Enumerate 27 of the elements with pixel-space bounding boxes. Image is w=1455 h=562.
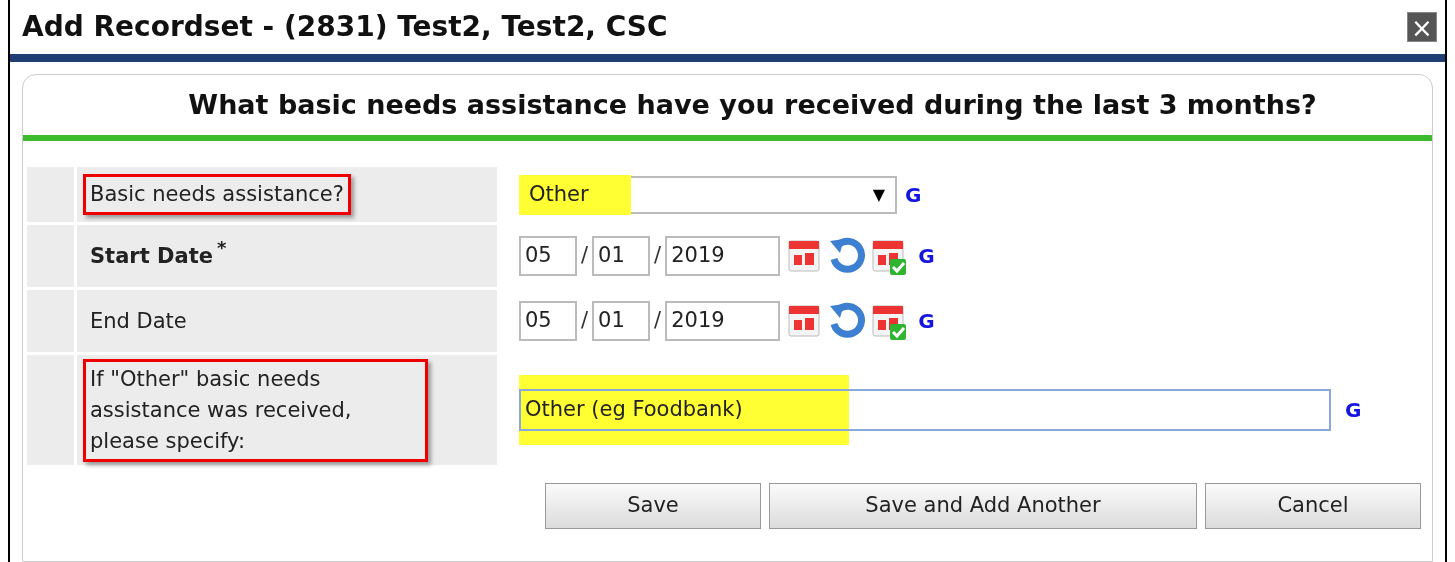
- section-heading: What basic needs assistance have you received during the last 3 months?: [187, 87, 1317, 122]
- field-label: Start Date $^{*}$: [89, 238, 228, 270]
- year-field[interactable]: 2019: [665, 301, 781, 341]
- text-field[interactable]: Other (eg Foodbank): [519, 389, 1331, 431]
- day-field[interactable]: 01: [592, 301, 651, 341]
- dropdown-arrow-icon: ▼: [872, 182, 885, 207]
- month-field[interactable]: 05: [519, 236, 577, 276]
- form-button[interactable]: Cancel: [1205, 483, 1421, 529]
- date-separator: /: [581, 242, 589, 270]
- field-label: End Date: [89, 307, 188, 335]
- form-button[interactable]: Save and Add Another: [769, 483, 1197, 529]
- g-link[interactable]: G: [918, 306, 935, 336]
- g-link[interactable]: G: [905, 179, 922, 210]
- field-label: Basic needs assistance?: [83, 174, 351, 215]
- g-link[interactable]: G: [918, 241, 935, 271]
- day-field[interactable]: 01: [592, 236, 651, 276]
- close-button[interactable]: ×: [1407, 12, 1437, 42]
- field-label: If "Other" basic needs assistance was received, please specify:: [83, 358, 428, 462]
- g-link[interactable]: G: [1345, 395, 1362, 425]
- month-field[interactable]: 05: [519, 301, 577, 341]
- window-title: Add Recordset - (2831) Test2, Test2, CSC: [22, 9, 668, 45]
- dropdown-field[interactable]: Other ▼: [519, 175, 897, 214]
- date-separator: /: [654, 307, 662, 335]
- form-button[interactable]: Save: [545, 483, 761, 529]
- date-separator: /: [654, 242, 662, 270]
- date-separator: /: [581, 307, 589, 335]
- year-field[interactable]: 2019: [665, 236, 781, 276]
